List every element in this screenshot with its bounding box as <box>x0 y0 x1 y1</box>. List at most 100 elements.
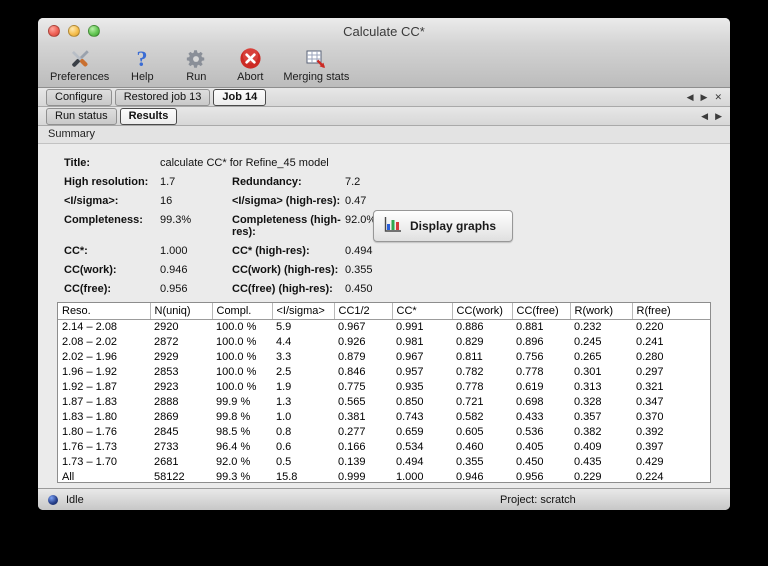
column-header[interactable]: CC(work) <box>452 303 513 320</box>
cell-cc12: 0.139 <box>338 455 366 468</box>
table-row[interactable]: 1.76 – 1.73 2733 96.4 % 0.6 0.166 0.534 … <box>58 439 710 454</box>
table-row[interactable]: 1.92 – 1.87 2923 100.0 % 1.9 0.775 0.935… <box>58 379 710 394</box>
tab-restored-job-13[interactable]: Restored job 13 <box>114 88 211 106</box>
cell-ccwork: 0.829 <box>456 335 484 348</box>
toolbar-button-label: Preferences <box>50 71 110 83</box>
cell-ccwork: 0.460 <box>456 440 484 453</box>
field-label: Completeness: <box>64 214 143 226</box>
app-window: Calculate CC* Preferences ? Help Run Abo… <box>38 18 730 510</box>
table-row[interactable]: 2.02 – 1.96 2929 100.0 % 3.3 0.879 0.967… <box>58 349 710 364</box>
cell-reso: 1.96 – 1.92 <box>62 365 118 378</box>
field-label: High resolution: <box>64 176 149 188</box>
field-label: Redundancy: <box>232 176 302 188</box>
table-row[interactable]: 2.08 – 2.02 2872 100.0 % 4.4 0.926 0.981… <box>58 334 710 349</box>
cell-cc12: 0.277 <box>338 425 366 438</box>
table-row[interactable]: 2.14 – 2.08 2920 100.0 % 5.9 0.967 0.991… <box>58 319 710 334</box>
cell-rfree: 0.347 <box>636 395 664 408</box>
cell-rwork: 0.435 <box>574 455 602 468</box>
summary-row: CC*: 1.000 CC* (high-res): 0.494 <box>64 245 711 257</box>
cell-ccwork: 0.721 <box>456 395 484 408</box>
field-label: <I/sigma> (high-res): <box>232 195 341 207</box>
cell-ccwork: 0.782 <box>456 365 484 378</box>
zoom-window-button[interactable] <box>88 25 100 37</box>
cell-rfree: 0.280 <box>636 350 664 363</box>
column-header[interactable]: <I/sigma> <box>272 303 335 320</box>
column-header[interactable]: N(uniq) <box>150 303 213 320</box>
field-value: 16 <box>160 195 173 207</box>
cell-ccwork: 0.811 <box>456 350 483 363</box>
field-value: 0.946 <box>160 264 188 276</box>
column-header[interactable]: R(work) <box>570 303 633 320</box>
table-row[interactable]: 1.73 – 1.70 2681 92.0 % 0.5 0.139 0.494 … <box>58 454 710 469</box>
field-label: CC* (high-res): <box>232 245 310 257</box>
column-header[interactable]: R(free) <box>632 303 710 320</box>
cell-ccstar: 0.991 <box>396 320 424 333</box>
cell-ccfree: 0.756 <box>516 350 544 363</box>
table-row[interactable]: 1.96 – 1.92 2853 100.0 % 2.5 0.846 0.957… <box>58 364 710 379</box>
column-header[interactable]: CC* <box>392 303 453 320</box>
minimize-window-button[interactable] <box>68 25 80 37</box>
merging-stats-button[interactable]: Merging stats <box>283 46 349 83</box>
tab-scroll-right-icon[interactable]: ▶ <box>701 92 708 102</box>
cell-rfree: 0.220 <box>636 320 664 333</box>
cell-rwork: 0.313 <box>574 380 602 393</box>
column-header[interactable]: Reso. <box>58 303 151 320</box>
status-bar: Idle Project: scratch <box>38 488 730 510</box>
status-text: Idle <box>66 493 84 506</box>
cell-compl: 100.0 % <box>216 380 257 393</box>
cell-rfree: 0.224 <box>636 470 664 483</box>
field-value: 99.3% <box>160 214 192 226</box>
column-header[interactable]: CC(free) <box>512 303 571 320</box>
results-table[interactable]: Reso. N(uniq) Compl. <I/sigma> CC1/2 CC* CC(wo… <box>57 302 711 483</box>
cell-ccstar: 0.935 <box>396 380 424 393</box>
cell-isigma: 3.3 <box>276 350 292 363</box>
cell-rfree: 0.297 <box>636 365 664 378</box>
tab-close-icon[interactable]: ✕ <box>714 92 722 102</box>
cell-ccfree: 0.450 <box>516 455 544 468</box>
cell-ccfree: 0.536 <box>516 425 544 438</box>
cell-nuniq: 58122 <box>154 470 185 483</box>
tab-scroll-left-icon[interactable]: ◀ <box>687 92 694 102</box>
run-button[interactable]: Run <box>175 46 217 83</box>
table-row[interactable]: 1.80 – 1.76 2845 98.5 % 0.8 0.277 0.659 … <box>58 424 710 439</box>
cell-rwork: 0.328 <box>574 395 602 408</box>
cell-cc12: 0.565 <box>338 395 366 408</box>
display-graphs-button[interactable]: Display graphs <box>373 210 514 242</box>
cell-compl: 100.0 % <box>216 350 257 363</box>
field-label: CC(work) (high-res): <box>232 264 339 276</box>
column-header[interactable]: CC1/2 <box>334 303 393 320</box>
table-row[interactable]: 1.87 – 1.83 2888 99.9 % 1.3 0.565 0.850 … <box>58 394 710 409</box>
column-header[interactable]: Compl. <box>212 303 273 320</box>
preferences-button[interactable]: Preferences <box>50 46 109 83</box>
cell-isigma: 1.9 <box>276 380 292 393</box>
cell-cc12: 0.166 <box>338 440 366 453</box>
cell-reso: All <box>62 470 75 483</box>
tab-job-14[interactable]: Job 14 <box>213 88 267 106</box>
field-value: 0.450 <box>345 283 373 295</box>
window-title: Calculate CC* <box>343 23 425 39</box>
cell-rwork: 0.229 <box>574 470 602 483</box>
table-row[interactable]: All 58122 99.3 % 15.8 0.999 1.000 0.946 … <box>58 469 710 483</box>
close-window-button[interactable] <box>48 25 60 37</box>
cell-nuniq: 2929 <box>154 350 179 363</box>
field-label: CC(free): <box>64 283 112 295</box>
cell-reso: 1.76 – 1.73 <box>62 440 118 453</box>
cell-reso: 1.87 – 1.83 <box>62 395 118 408</box>
cell-compl: 96.4 % <box>216 440 251 453</box>
table-row[interactable]: 1.83 – 1.80 2869 99.8 % 1.0 0.381 0.743 … <box>58 409 710 424</box>
cell-ccfree: 0.896 <box>516 335 544 348</box>
cell-nuniq: 2845 <box>154 425 179 438</box>
tab-configure[interactable]: Configure <box>46 88 112 106</box>
tab-results[interactable]: Results <box>119 107 178 125</box>
field-value: 0.355 <box>345 264 373 276</box>
title-bar[interactable]: Calculate CC* <box>38 18 730 44</box>
field-label: Completeness (high-res): <box>232 214 341 238</box>
cell-reso: 1.73 – 1.70 <box>62 455 118 468</box>
cell-ccwork: 0.605 <box>456 425 484 438</box>
subtab-scroll-left-icon[interactable]: ◀ <box>701 111 708 121</box>
cell-isigma: 5.9 <box>276 320 292 333</box>
abort-button[interactable]: Abort <box>229 46 271 83</box>
subtab-scroll-right-icon[interactable]: ▶ <box>715 111 722 121</box>
help-button[interactable]: ? Help <box>121 46 163 84</box>
tab-run-status[interactable]: Run status <box>46 107 117 125</box>
